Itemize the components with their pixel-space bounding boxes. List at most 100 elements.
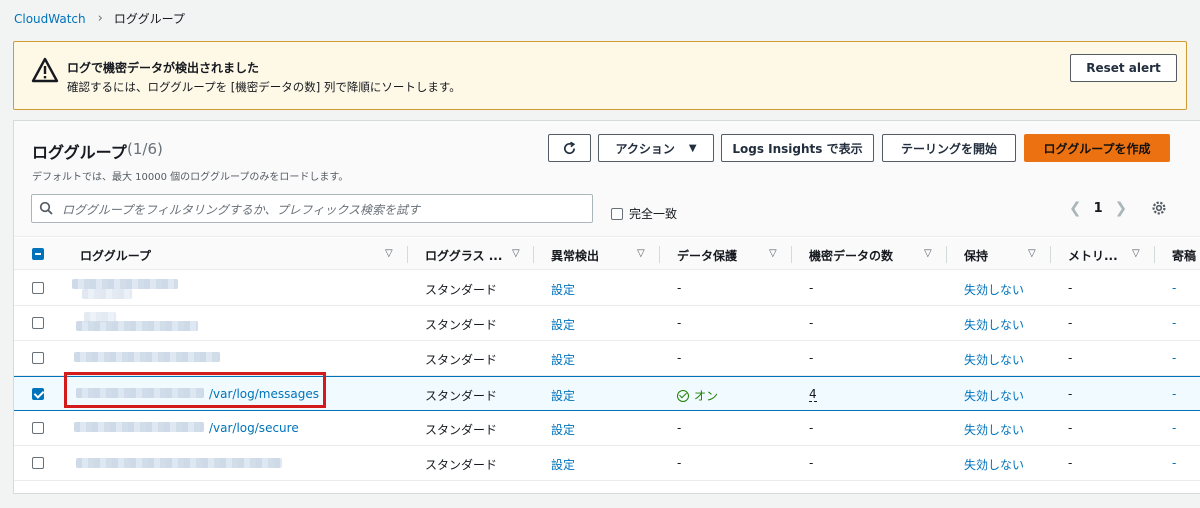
retention-link[interactable]: 失効しない (964, 387, 1024, 404)
check-circle-icon (677, 390, 689, 402)
metric-filter-cell: - (1068, 351, 1073, 365)
redacted-log-group-name[interactable] (76, 321, 198, 331)
retention-link[interactable]: 失効しない (964, 281, 1024, 298)
column-retention[interactable]: 保持 (964, 247, 988, 264)
breadcrumb-cloudwatch-link[interactable]: CloudWatch (14, 12, 86, 26)
reset-alert-button[interactable]: Reset alert (1070, 54, 1177, 82)
column-divider (407, 246, 408, 263)
sort-icon[interactable]: ▽ (512, 248, 520, 259)
log-class-cell: スタンダード (425, 458, 498, 472)
anomaly-config-link[interactable]: 設定 (551, 387, 575, 404)
metric-filter-cell: - (1068, 456, 1073, 470)
exact-match-checkbox[interactable] (611, 207, 623, 220)
contributor-cell[interactable]: - (1172, 387, 1176, 401)
row-checkbox[interactable] (32, 457, 44, 469)
log-class-cell: スタンダード (425, 353, 498, 367)
redacted-log-group-name[interactable] (76, 458, 282, 468)
table-row[interactable]: スタンダード 設定 - - 失効しない - - (14, 341, 1200, 376)
select-all-checkbox[interactable] (32, 248, 44, 260)
log-class-cell: スタンダード (425, 283, 498, 297)
redacted-log-group-name[interactable] (74, 352, 220, 362)
column-metric-filter[interactable]: メトリ... (1068, 247, 1118, 264)
row-checkbox[interactable] (32, 352, 44, 364)
column-log-class[interactable]: ロググラス ... (425, 247, 502, 264)
retention-link[interactable]: 失効しない (964, 316, 1024, 333)
search-input[interactable]: ロググループをフィルタリングするか、プレフィックス検索を試す (31, 194, 593, 223)
search-placeholder: ロググループをフィルタリングするか、プレフィックス検索を試す (62, 203, 420, 217)
sort-icon[interactable]: ▽ (769, 248, 777, 259)
column-divider (533, 246, 534, 263)
row-checkbox[interactable] (32, 422, 44, 434)
data-protection-cell: - (677, 421, 682, 435)
start-tailing-button[interactable]: テーリングを開始 (882, 134, 1016, 162)
data-protection-cell: - (677, 456, 682, 470)
data-protection-cell: - (677, 351, 682, 365)
sort-icon[interactable]: ▽ (637, 248, 645, 259)
table-row[interactable]: スタンダード 設定 - - 失効しない - - (14, 446, 1200, 481)
sort-icon[interactable]: ▽ (385, 248, 393, 259)
column-divider (659, 246, 660, 263)
column-anomaly-detection[interactable]: 異常検出 (551, 247, 599, 264)
anomaly-config-link[interactable]: 設定 (551, 281, 575, 298)
exact-match-toggle[interactable]: 完全一致 (611, 205, 677, 222)
sensitive-data-alert: ログで機密データが検出されました 確認するには、ロググループを [機密データの数… (13, 41, 1187, 110)
column-divider (946, 246, 947, 263)
sort-icon[interactable]: ▽ (1132, 248, 1140, 259)
log-groups-panel: ロググループ (1/6) デフォルトでは、最大 10000 個のロググループのみ… (13, 120, 1200, 494)
table-row[interactable]: /var/log/secure スタンダード 設定 - - 失効しない - - (14, 411, 1200, 446)
sort-icon[interactable]: ▽ (1028, 248, 1036, 259)
sensitive-count-cell[interactable]: 4 (809, 387, 817, 402)
anomaly-config-link[interactable]: 設定 (551, 316, 575, 333)
sensitive-count-value[interactable]: 4 (809, 387, 817, 402)
data-protection-cell: オン (677, 387, 718, 404)
contributor-cell[interactable]: - (1172, 456, 1176, 470)
row-checkbox[interactable] (32, 282, 44, 294)
column-data-protection[interactable]: データ保護 (677, 247, 737, 264)
contributor-cell[interactable]: - (1172, 281, 1176, 295)
actions-dropdown[interactable]: アクション ▼ (598, 134, 714, 162)
contributor-cell[interactable]: - (1172, 421, 1176, 435)
column-contributor[interactable]: 寄稿 (1172, 247, 1196, 264)
column-log-group[interactable]: ロググループ (80, 247, 151, 264)
redacted-log-group-name[interactable] (72, 279, 178, 289)
row-checkbox[interactable] (32, 317, 44, 329)
data-protection-cell: - (677, 281, 682, 295)
metric-filter-cell: - (1068, 421, 1073, 435)
column-divider (1050, 246, 1051, 263)
refresh-button[interactable] (548, 134, 591, 162)
logs-insights-button[interactable]: Logs Insights で表示 (721, 134, 874, 162)
anomaly-config-link[interactable]: 設定 (551, 351, 575, 368)
retention-link[interactable]: 失効しない (964, 351, 1024, 368)
sensitive-count-cell: - (809, 456, 814, 470)
gear-icon[interactable] (1151, 200, 1167, 216)
data-protection-status: オン (694, 389, 719, 403)
pagination: ❮ 1 ❯ (1069, 199, 1127, 217)
retention-link[interactable]: 失効しない (964, 456, 1024, 473)
page-number[interactable]: 1 (1094, 201, 1103, 216)
contributor-cell[interactable]: - (1172, 316, 1176, 330)
chevron-right-icon[interactable]: ❯ (1115, 199, 1128, 217)
contributor-cell[interactable]: - (1172, 351, 1176, 365)
search-icon (39, 201, 53, 215)
table-row[interactable]: スタンダード 設定 - - 失効しない - - (14, 271, 1200, 306)
table-header: ロググループ ▽ ロググラス ... ▽ 異常検出 ▽ データ保護 ▽ 機密デー… (14, 238, 1200, 270)
metric-filter-cell: - (1068, 281, 1073, 295)
chevron-left-icon[interactable]: ❮ (1069, 199, 1082, 217)
breadcrumb-current: ロググループ (113, 12, 185, 26)
column-divider (1154, 246, 1155, 263)
retention-link[interactable]: 失効しない (964, 421, 1024, 438)
create-log-group-button[interactable]: ロググループを作成 (1024, 134, 1170, 162)
anomaly-config-link[interactable]: 設定 (551, 456, 575, 473)
redacted-log-group-prefix (74, 422, 204, 432)
panel-subtitle: デフォルトでは、最大 10000 個のロググループのみをロードします。 (32, 172, 349, 183)
log-class-cell: スタンダード (425, 389, 498, 403)
column-sensitive-data-count[interactable]: 機密データの数 (809, 247, 893, 264)
sort-icon[interactable]: ▽ (924, 248, 932, 259)
anomaly-config-link[interactable]: 設定 (551, 421, 575, 438)
alert-description: 確認するには、ロググループを [機密データの数] 列で降順にソートします。 (67, 80, 461, 94)
table-row[interactable]: スタンダード 設定 - - 失効しない - - (14, 306, 1200, 341)
metric-filter-cell: - (1068, 387, 1073, 401)
log-group-name-link[interactable]: /var/log/secure (209, 421, 299, 435)
row-checkbox[interactable] (32, 388, 44, 400)
log-class-cell: スタンダード (425, 423, 498, 437)
